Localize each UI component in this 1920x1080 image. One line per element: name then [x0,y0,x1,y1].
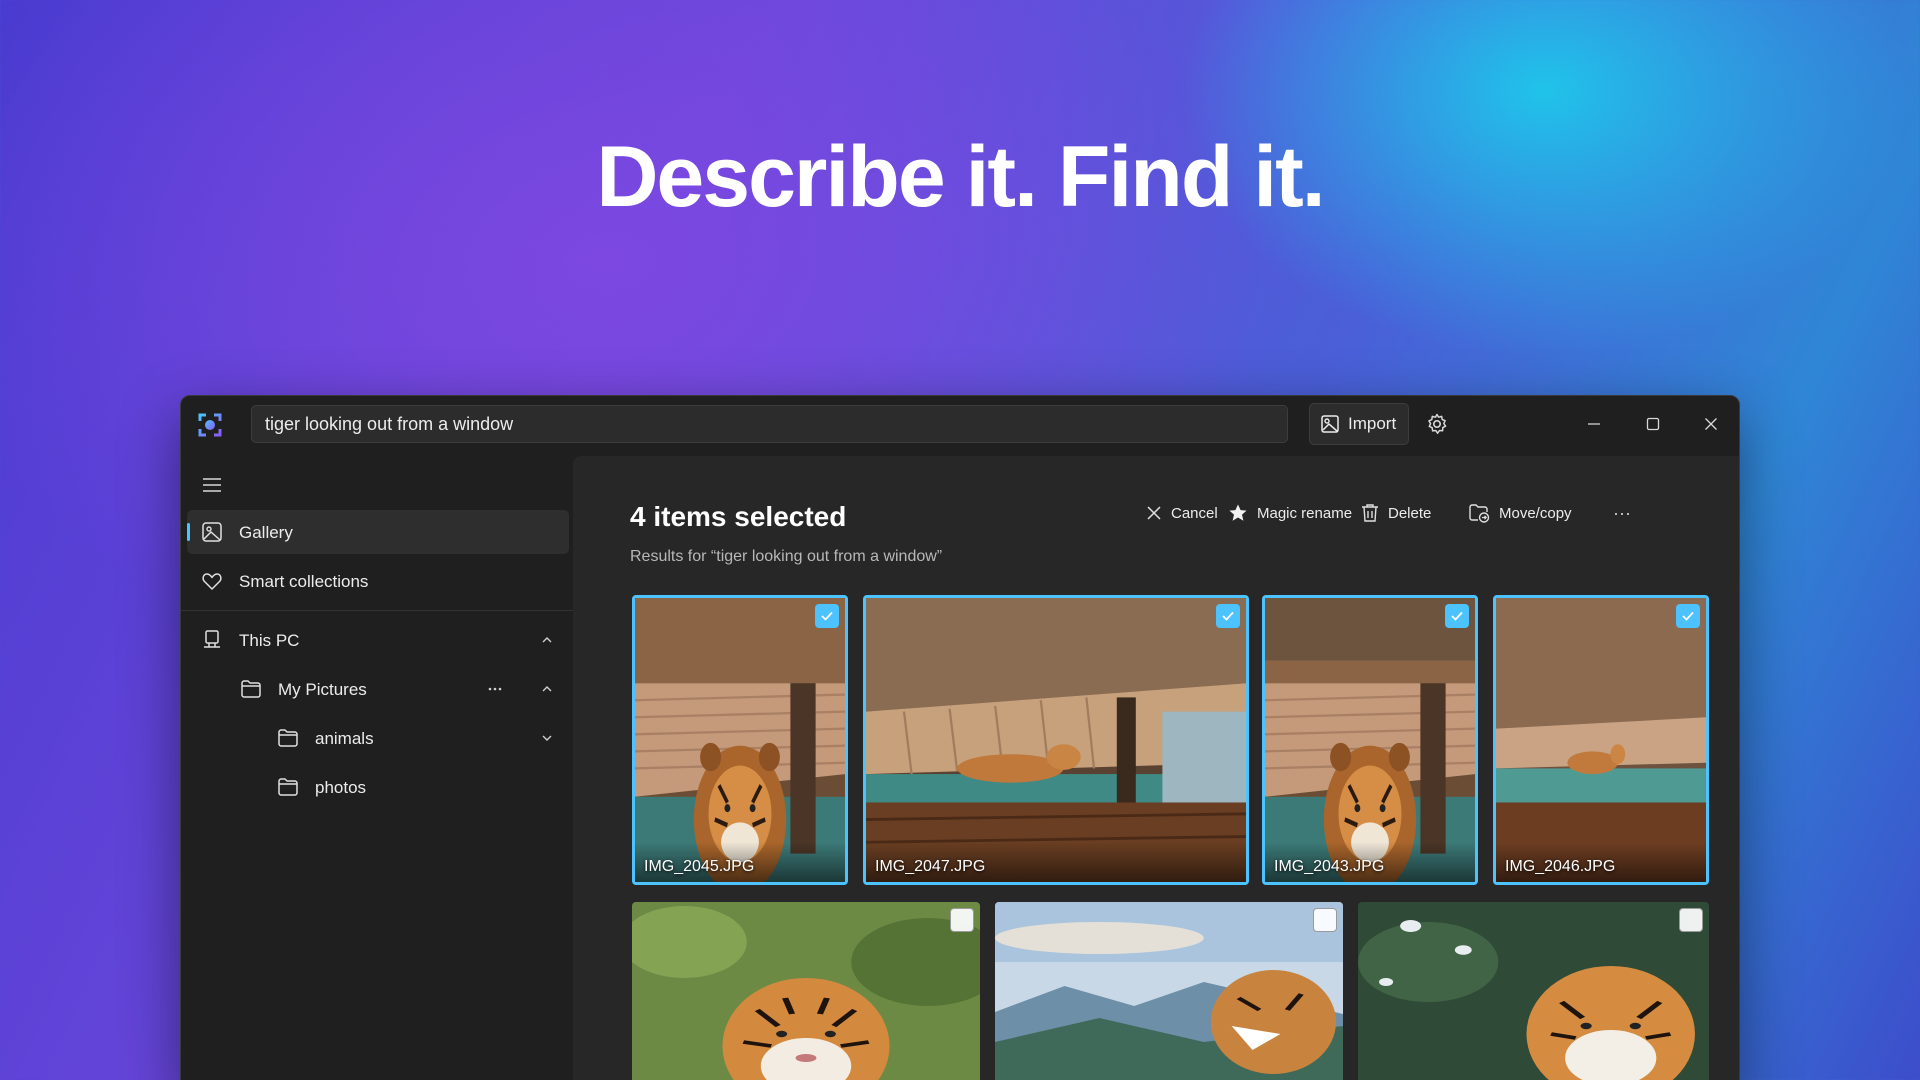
tree-item-label: photos [315,778,367,797]
sidebar-item-gallery[interactable]: Gallery [187,510,569,554]
minimize-icon [1588,423,1600,425]
photo-thumbnail [632,902,980,1080]
title-bar: tiger looking out from a window Import [181,396,1739,456]
select-checkbox[interactable] [1679,908,1703,932]
sidebar-item-smart-collections[interactable]: Smart collections [187,559,569,603]
move-copy-label: Move/copy [1499,504,1572,522]
select-checkbox[interactable] [815,604,839,628]
tree-item-label: animals [315,729,374,748]
minimize-button[interactable] [1571,408,1617,440]
more-options-icon[interactable] [487,681,503,697]
photo-thumbnail [1358,902,1709,1080]
maximize-button[interactable] [1630,408,1676,440]
select-checkbox[interactable] [1313,908,1337,932]
photo-filename: IMG_2045.JPG [644,858,755,875]
hero-headline: Describe it. Find it. [596,129,1325,225]
photo-tile[interactable]: IMG_2047.JPG [863,595,1249,885]
magic-rename-label: Magic rename [1257,504,1353,522]
magic-rename-button[interactable]: Magic rename [1228,496,1352,530]
tree-item-my-pictures[interactable]: My Pictures [187,669,569,709]
photo-filename: IMG_2046.JPG [1505,858,1616,875]
checkmark-icon [1222,611,1234,621]
page-title: 4 items selected [630,501,847,532]
photo-tile[interactable]: IMG_2046.JPG [1493,595,1709,885]
sidebar: Gallery Smart collections This PC My Pic… [181,456,573,1080]
more-commands-button[interactable]: ··· [1613,496,1631,530]
photo-tile[interactable] [995,902,1343,1080]
computer-icon [204,630,220,648]
photo-thumbnail [1496,598,1706,882]
select-checkbox[interactable] [1216,604,1240,628]
chevron-down-icon[interactable] [539,730,555,746]
select-checkbox[interactable] [950,908,974,932]
hamburger-icon [203,478,221,492]
sidebar-divider [181,610,573,611]
folder-icon [278,729,298,747]
cancel-label: Cancel [1171,504,1218,522]
close-icon [1147,506,1161,520]
results-caption: Results for “tiger looking out from a wi… [630,548,943,565]
photo-thumbnail [1265,598,1475,882]
delete-label: Delete [1388,504,1432,522]
chevron-up-icon[interactable] [539,632,555,648]
checkmark-icon [1451,611,1463,621]
photo-filename: IMG_2047.JPG [875,858,986,875]
tree-item-this-pc[interactable]: This PC [187,620,569,660]
chevron-up-icon[interactable] [539,681,555,697]
import-label: Import [1348,414,1397,433]
cancel-button[interactable]: Cancel [1146,496,1218,530]
checkmark-icon [821,611,833,621]
photo-tile[interactable] [632,902,980,1080]
photo-filename: IMG_2043.JPG [1274,858,1385,875]
close-button[interactable] [1688,408,1734,440]
select-checkbox[interactable] [1676,604,1700,628]
heart-icon [202,573,222,590]
folder-icon [241,680,261,698]
sidebar-item-label: Smart collections [239,572,369,591]
photo-tile[interactable] [1358,902,1709,1080]
tree-item-label: My Pictures [278,680,367,699]
import-button[interactable]: Import [1309,403,1409,445]
folder-icon [278,778,298,796]
app-logo-icon [198,413,222,437]
tree-item-photos[interactable]: photos [187,767,569,807]
photo-thumbnail [866,598,1246,882]
image-import-icon [1321,415,1339,433]
select-checkbox[interactable] [1445,604,1469,628]
delete-button[interactable]: Delete [1361,496,1431,530]
menu-toggle-button[interactable] [197,472,227,498]
search-input[interactable]: tiger looking out from a window [251,405,1288,443]
app-window: tiger looking out from a window Import G… [180,395,1740,1080]
trash-icon [1362,504,1378,522]
sidebar-item-label: Gallery [239,523,293,542]
photo-thumbnail [635,598,845,882]
checkmark-icon [1682,611,1694,621]
tree-item-animals[interactable]: animals [187,718,569,758]
folder-move-icon [1469,504,1490,523]
maximize-icon [1646,417,1660,431]
star-icon [1229,504,1247,521]
photo-tile[interactable]: IMG_2045.JPG [632,595,848,885]
gallery-icon [202,522,222,542]
gear-icon[interactable] [1425,412,1449,436]
tree-item-label: This PC [239,631,300,650]
move-copy-button[interactable]: Move/copy [1468,496,1572,530]
photo-tile[interactable]: IMG_2043.JPG [1262,595,1478,885]
close-icon [1705,418,1717,430]
photo-thumbnail [995,902,1343,1080]
